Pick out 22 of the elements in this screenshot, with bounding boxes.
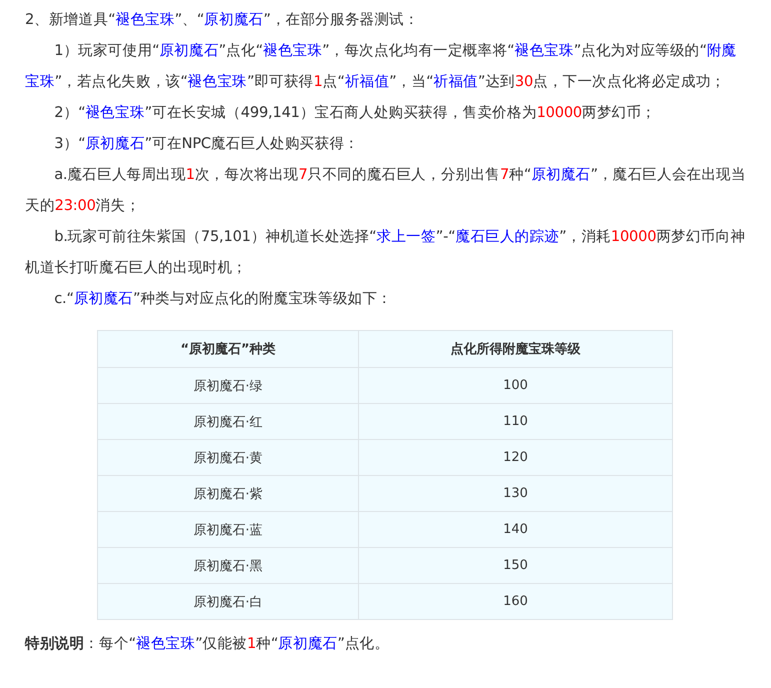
table-cell: 130 bbox=[358, 476, 672, 512]
table-cell: 原初魔石·蓝 bbox=[98, 512, 358, 548]
table-cell: 原初魔石·黄 bbox=[98, 440, 358, 476]
table-cell: 原初魔石·黑 bbox=[98, 548, 358, 584]
table-cell: 原初魔石·紫 bbox=[98, 476, 358, 512]
table-cell: 160 bbox=[358, 584, 672, 620]
table-cell: 原初魔石·红 bbox=[98, 404, 358, 440]
table-cell: 140 bbox=[358, 512, 672, 548]
paragraph: 1）玩家可使用“原初魔石”点化“褪色宝珠”，每次点化均有一定概率将“褪色宝珠”点化为对应等级的“附魔宝珠”，若点化失败，该“褪色宝珠”即可获得1点“祈福值”，当“祈福值”达到30点，下一次点化将必定成功； bbox=[25, 41, 738, 92]
table-cell: 100 bbox=[358, 368, 672, 404]
column-header: “原初魔石”种类 bbox=[98, 330, 358, 368]
table-cell: 120 bbox=[358, 440, 672, 476]
note-paragraph: 特别说明：每个“褪色宝珠”仅能被1种“原初魔石”点化。 bbox=[25, 634, 390, 654]
table-cell: 150 bbox=[358, 548, 672, 584]
column-header: 点化所得附魔宝珠等级 bbox=[358, 330, 672, 368]
paragraph: 2、新增道具“褪色宝珠”、“原初魔石”，在部分服务器测试： bbox=[25, 10, 420, 30]
table-cell: 110 bbox=[358, 404, 672, 440]
paragraph: c.“原初魔石”种类与对应点化的附魔宝珠等级如下： bbox=[53, 289, 393, 309]
table-cell: 原初魔石·绿 bbox=[98, 368, 358, 404]
paragraph: 3）“原初魔石”可在NPC魔石巨人处购买获得： bbox=[53, 134, 360, 154]
table-cell: 原初魔石·白 bbox=[98, 584, 358, 620]
paragraph: 2）“褪色宝珠”可在长安城（499,141）宝石商人处购买获得，售卖价格为10000两梦幻币； bbox=[53, 103, 658, 123]
